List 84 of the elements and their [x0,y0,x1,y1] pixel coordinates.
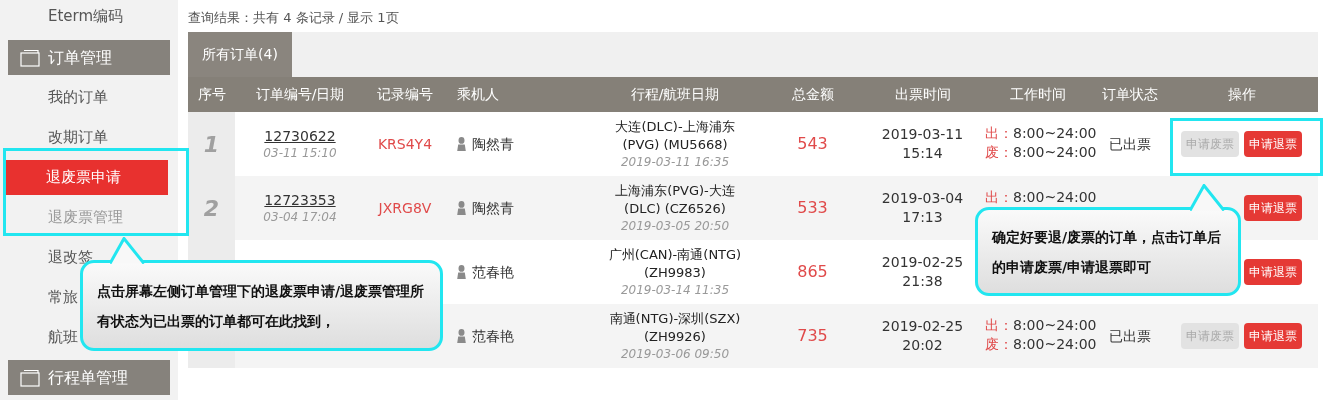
work-time-hours: 8:00~24:00 [1013,188,1097,207]
section-title: 订单管理 [48,46,112,69]
total-amount: 865 [797,261,828,283]
passenger-name: 范春艳 [472,326,514,346]
folder-icon [20,368,40,387]
person-icon [457,137,466,151]
work-time-label: 出： [985,124,1013,143]
sidebar-item[interactable]: 航班 [48,319,78,355]
passenger-name: 陶然青 [472,198,514,218]
sidebar-item[interactable]: 我的订单 [48,79,108,115]
route-text: 广州(CAN)-南通(NTG) [608,246,742,264]
column-header: 订单编号/日期 [255,85,345,104]
flight-date: 2019-03-14 11:35 [620,282,730,298]
route-text: 南通(NTG)-深圳(SZX) [609,310,741,328]
issue-time: 17:13 [902,208,943,227]
flight-date: 2019-03-06 09:50 [620,346,730,362]
issue-time: 15:14 [902,144,943,163]
issue-time: 20:02 [902,336,943,355]
column-header: 订单状态 [1102,85,1158,104]
column-header: 记录编号 [377,85,433,104]
column-header: 行程/航班日期 [630,85,720,104]
sidebar-item[interactable]: 退改签 [48,239,93,275]
callout-text: 点击屏幕左侧订单管理下的退废票申请/退废票管理所有状态为已出票的订单都可在此找到， [97,281,426,331]
sidebar-section-header[interactable]: 订单管理 [8,40,170,75]
work-time-hours: 8:00~24:00 [1013,124,1097,143]
person-icon [457,201,466,215]
order-number-link[interactable]: 12730622 [264,127,336,145]
section-title: 行程单管理 [48,366,128,389]
route-text: (ZH9926) [644,328,706,346]
issue-time: 2019-03-04 [881,189,964,208]
work-time-label: 废： [985,143,1013,162]
flight-date: 2019-03-05 20:50 [620,218,730,234]
refund-request-button[interactable]: 申请退票 [1244,259,1302,285]
result-summary: 查询结果：共有 4 条记录 / 显示 1页 [188,9,399,28]
issue-time: 2019-02-25 [881,317,964,336]
row-number: 1 [203,130,220,159]
refund-request-button[interactable]: 申请退票 [1244,195,1302,221]
order-date: 03-04 17:04 [263,209,337,225]
row-number: 2 [203,194,220,223]
column-header: 乘机人 [457,85,499,104]
total-amount: 543 [797,133,828,155]
sidebar-section-header[interactable]: 行程单管理 [8,360,170,395]
route-text: (DLC) (CZ6526) [624,200,726,218]
total-amount: 533 [797,197,828,219]
total-amount: 735 [797,325,828,347]
work-time-label: 出： [985,188,1013,207]
sidebar-item[interactable]: 退废票申请 [5,159,168,195]
folder-icon [20,48,40,67]
route-text: 大连(DLC)-上海浦东 [615,118,735,136]
passenger-name: 范春艳 [472,262,514,282]
record-code: KRS4Y4 [377,134,433,154]
work-time-hours: 8:00~24:00 [1013,143,1097,162]
order-status: 已出票 [1109,134,1151,154]
sidebar-item[interactable]: Eterm编码 [48,0,124,34]
tab[interactable]: 所有订单(4) [188,32,292,77]
order-date: 03-11 15:10 [263,145,337,161]
callout-text: 确定好要退/废票的订单，点击订单后的申请废票/申请退票即可 [992,227,1223,277]
sidebar-item[interactable]: 改期订单 [48,119,108,155]
flight-date: 2019-03-11 16:35 [620,154,730,170]
route-text: 上海浦东(PVG)-大连 [615,182,735,200]
issue-time: 21:38 [902,272,943,291]
order-number-link[interactable]: 12723353 [264,191,336,209]
sidebar-item[interactable]: 常旅 [48,279,78,315]
route-text: (ZH9983) [644,264,706,282]
column-header: 操作 [1227,85,1256,104]
work-time-label: 出： [985,316,1013,335]
refund-request-button[interactable]: 申请退票 [1244,131,1302,157]
issue-time: 2019-02-25 [881,253,964,272]
passenger-name: 陶然青 [472,134,514,154]
work-time-hours: 8:00~24:00 [1013,316,1097,335]
order-status: 已出票 [1109,326,1151,346]
column-header: 工作时间 [1009,85,1066,104]
column-header: 序号 [197,85,226,104]
issue-time: 2019-03-11 [881,125,964,144]
work-time-hours: 8:00~24:00 [1013,335,1097,354]
record-code: JXRG8V [378,198,432,218]
sidebar-item[interactable]: 退废票管理 [48,199,123,235]
route-text: (PVG) (MU5668) [622,136,728,154]
person-icon [457,265,466,279]
person-icon [457,329,466,343]
refund-request-button[interactable]: 申请退票 [1244,323,1302,349]
column-header: 总金额 [791,85,834,104]
column-header: 出票时间 [894,85,951,104]
work-time-label: 废： [985,335,1013,354]
